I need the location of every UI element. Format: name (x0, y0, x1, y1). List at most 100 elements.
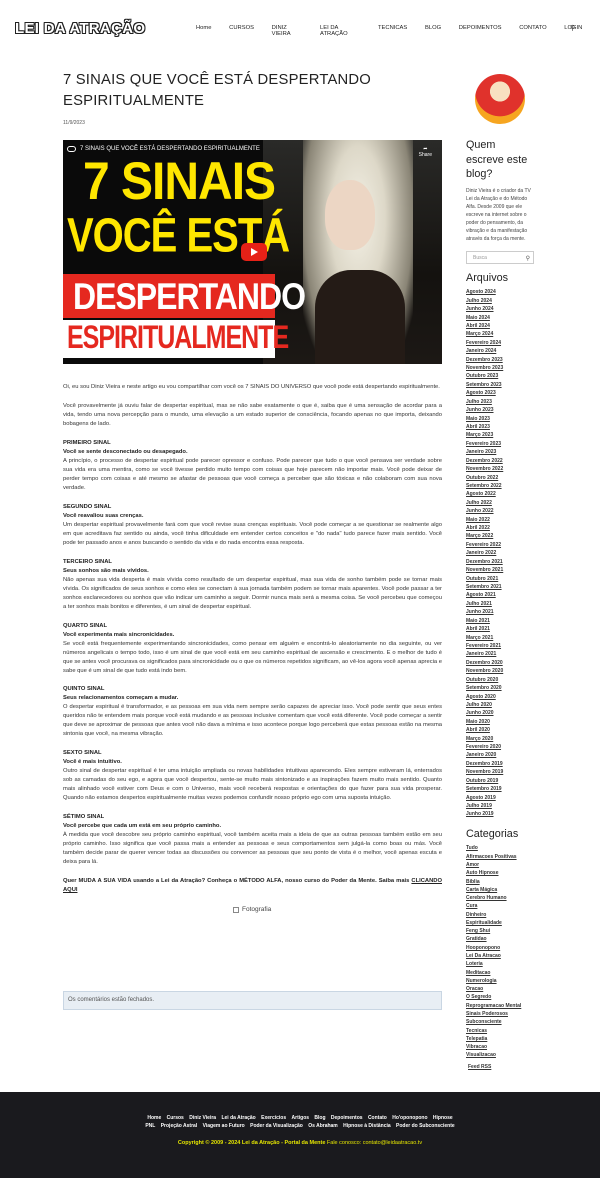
archive-link[interactable]: Abril 2020 (466, 726, 534, 734)
archive-link[interactable]: Abril 2023 (466, 423, 534, 431)
category-link[interactable]: Feng Shui (466, 927, 534, 935)
footer-link[interactable]: Diniz Vieira (189, 1115, 216, 1121)
archive-link[interactable]: Outubro 2021 (466, 575, 534, 583)
category-link[interactable]: Subconsciente (466, 1018, 534, 1026)
archive-link[interactable]: Janeiro 2021 (466, 650, 534, 658)
archive-link[interactable]: Julho 2021 (466, 600, 534, 608)
archive-link[interactable]: Dezembro 2019 (466, 760, 534, 768)
archive-link[interactable]: Dezembro 2020 (466, 659, 534, 667)
youtube-video-embed[interactable]: 7 SINAIS VOCÊ ESTÁ DESPERTANDO ESPIRITUA… (63, 139, 442, 364)
category-link[interactable]: Cura (466, 902, 534, 910)
archive-link[interactable]: Julho 2023 (466, 398, 534, 406)
search-icon[interactable]: ⚲ (570, 24, 575, 32)
archive-link[interactable]: Janeiro 2022 (466, 549, 534, 557)
archive-link[interactable]: Agosto 2020 (466, 693, 534, 701)
share-button[interactable]: ➦ Share (419, 146, 432, 158)
archive-link[interactable]: Novembro 2021 (466, 566, 534, 574)
archive-link[interactable]: Setembro 2023 (466, 381, 534, 389)
category-link[interactable]: Bíblia (466, 878, 534, 886)
archive-link[interactable]: Agosto 2021 (466, 591, 534, 599)
nav-contato[interactable]: CONTATO (519, 25, 546, 37)
archive-link[interactable]: Outubro 2023 (466, 372, 534, 380)
nav-lei-da-atracao[interactable]: LEI DA ATRAÇÃO (320, 25, 360, 37)
archive-link[interactable]: Julho 2020 (466, 701, 534, 709)
category-link[interactable]: Dinheiro (466, 911, 534, 919)
nav-diniz-vieira[interactable]: DINIZ VIEIRA (272, 25, 303, 37)
category-link[interactable]: Vibracao (466, 1043, 534, 1051)
category-link[interactable]: Afirmacoes Positivas (466, 853, 534, 861)
video-title-bar[interactable]: 7 SINAIS QUE VOCÊ ESTÁ DESPERTANDO ESPIR… (67, 145, 260, 152)
footer-link[interactable]: Home (147, 1115, 161, 1121)
archive-link[interactable]: Maio 2023 (466, 415, 534, 423)
category-link[interactable]: Lei Da Atracao (466, 952, 534, 960)
archive-link[interactable]: Agosto 2024 (466, 288, 534, 296)
contact-text[interactable]: Fale conosco: contato@leidaatracao.tv (327, 1140, 422, 1146)
footer-link[interactable]: Exercícios (261, 1115, 286, 1121)
archive-link[interactable]: Fevereiro 2022 (466, 541, 534, 549)
archive-link[interactable]: Março 2020 (466, 735, 534, 743)
category-link[interactable]: Reprogramacao Mental (466, 1002, 534, 1010)
video-title[interactable]: 7 SINAIS QUE VOCÊ ESTÁ DESPERTANDO ESPIR… (80, 146, 260, 152)
search-icon[interactable]: ⚲ (526, 255, 530, 262)
footer-link[interactable]: Poder da Visualização (250, 1123, 303, 1129)
archive-link[interactable]: Agosto 2023 (466, 389, 534, 397)
category-link[interactable]: Cerebro Humano (466, 894, 534, 902)
archive-link[interactable]: Janeiro 2020 (466, 751, 534, 759)
archive-link[interactable]: Abril 2022 (466, 524, 534, 532)
archive-link[interactable]: Maio 2020 (466, 718, 534, 726)
archive-link[interactable]: Julho 2024 (466, 297, 534, 305)
archive-link[interactable]: Fevereiro 2024 (466, 339, 534, 347)
category-link[interactable]: Telepatia (466, 1035, 534, 1043)
category-link[interactable]: Espiritualidade (466, 919, 534, 927)
archive-link[interactable]: Dezembro 2023 (466, 356, 534, 364)
archive-link[interactable]: Dezembro 2022 (466, 457, 534, 465)
archive-link[interactable]: Junho 2021 (466, 608, 534, 616)
archive-link[interactable]: Maio 2021 (466, 617, 534, 625)
feed-rss-link[interactable]: Feed RSS (468, 1064, 534, 1070)
archive-link[interactable]: Junho 2022 (466, 507, 534, 515)
archive-link[interactable]: Dezembro 2021 (466, 558, 534, 566)
footer-link[interactable]: Poder do Subconsciente (396, 1123, 455, 1129)
archive-link[interactable]: Março 2024 (466, 330, 534, 338)
footer-link[interactable]: Hipnose (433, 1115, 453, 1121)
archive-link[interactable]: Julho 2019 (466, 802, 534, 810)
footer-link[interactable]: Ho'oponopono (392, 1115, 427, 1121)
archive-link[interactable]: Agosto 2019 (466, 794, 534, 802)
category-link[interactable]: Amor (466, 861, 534, 869)
archive-link[interactable]: Novembro 2020 (466, 667, 534, 675)
archive-link[interactable]: Outubro 2022 (466, 474, 534, 482)
footer-link[interactable]: Hipnose à Distância (343, 1123, 391, 1129)
footer-link[interactable]: Projeção Astral (161, 1123, 198, 1129)
archive-link[interactable]: Julho 2022 (466, 499, 534, 507)
archive-link[interactable]: Setembro 2022 (466, 482, 534, 490)
site-logo[interactable]: LEI DA ATRAÇÃO (15, 20, 145, 37)
archive-link[interactable]: Junho 2023 (466, 406, 534, 414)
category-link[interactable]: Visualizacao (466, 1051, 534, 1059)
archive-link[interactable]: Abril 2021 (466, 625, 534, 633)
archive-link[interactable]: Junho 2024 (466, 305, 534, 313)
nav-depoimentos[interactable]: DEPOIMENTOS (459, 25, 502, 37)
category-link[interactable]: Loteria (466, 960, 534, 968)
archive-link[interactable]: Fevereiro 2023 (466, 440, 534, 448)
archive-link[interactable]: Outubro 2020 (466, 676, 534, 684)
category-link[interactable]: Carta Mágica (466, 886, 534, 894)
category-link[interactable]: Hooponopono (466, 944, 534, 952)
archive-link[interactable]: Maio 2022 (466, 516, 534, 524)
archive-link[interactable]: Junho 2019 (466, 810, 534, 818)
category-link[interactable]: Sinais Poderosos (466, 1010, 534, 1018)
archive-link[interactable]: Abril 2024 (466, 322, 534, 330)
archive-link[interactable]: Março 2021 (466, 634, 534, 642)
category-link[interactable]: Numerologia (466, 977, 534, 985)
archive-link[interactable]: Março 2022 (466, 532, 534, 540)
archive-link[interactable]: Setembro 2021 (466, 583, 534, 591)
footer-link[interactable]: Blog (314, 1115, 325, 1121)
category-link[interactable]: O Segredo (466, 993, 534, 1001)
archive-link[interactable]: Novembro 2023 (466, 364, 534, 372)
category-link[interactable]: Meditacao (466, 969, 534, 977)
category-link[interactable]: Auto Hipnose (466, 869, 534, 877)
category-link[interactable]: Tecnicas (466, 1027, 534, 1035)
archive-link[interactable]: Janeiro 2023 (466, 448, 534, 456)
nav-blog[interactable]: BLOG (425, 25, 441, 37)
search-input[interactable]: Busca ⚲ (466, 250, 534, 264)
footer-link[interactable]: PNL (145, 1123, 155, 1129)
